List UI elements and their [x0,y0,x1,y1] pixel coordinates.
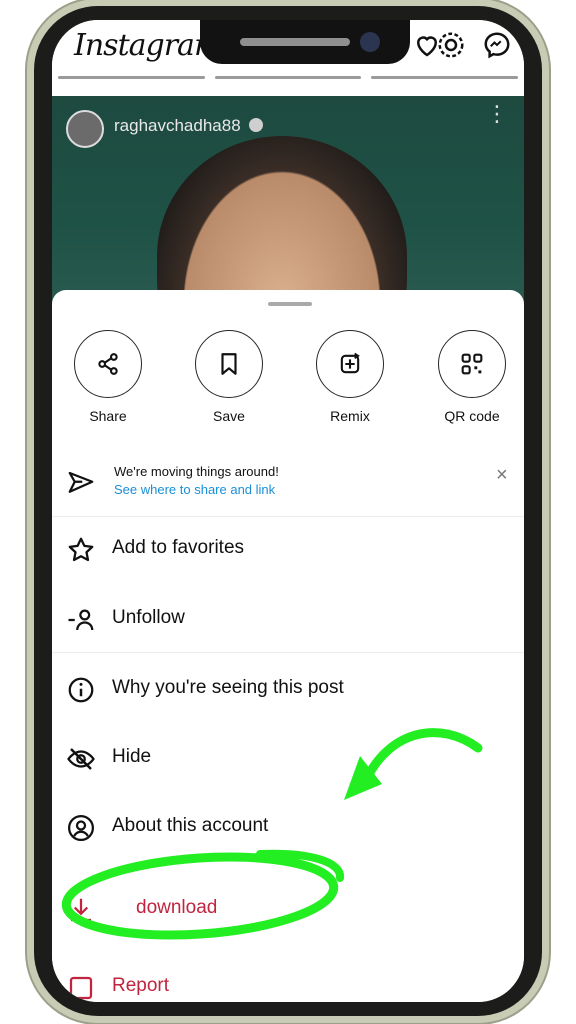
phone-frame: Instagram raghavchadha88 ⋮ Share Save Re… [34,6,542,1016]
menu-item-label: download [136,897,218,918]
bottom-sheet: Share Save Remix QR code We're moving th… [52,290,524,1002]
menu-item-label: Report [112,975,170,996]
speaker-grille [240,38,350,46]
account-icon [68,815,94,841]
remix-label: Remix [330,408,370,424]
settings-icon[interactable] [436,30,466,60]
send-icon [68,471,94,493]
menu-item-hide[interactable]: Hide [52,727,524,789]
menu-item-label: About this account [112,815,269,836]
qr-code-label: QR code [444,408,500,424]
menu-item-add-to-favorites[interactable]: Add to favorites [52,518,524,580]
download-icon [71,898,91,922]
unfollow-icon [68,609,94,631]
star-icon [68,537,94,562]
remix-icon [316,330,384,398]
menu-item-label: Hide [112,746,152,767]
share-actions-row: Share Save Remix QR code [52,330,524,430]
divider [52,516,524,517]
front-camera [360,32,380,52]
dynamic-island [200,20,410,64]
hide-eye-icon [67,748,95,770]
menu-item-label: Why you're seeing this post [112,677,344,698]
share-button[interactable]: Share [58,330,158,424]
verified-badge-icon [249,118,264,132]
story-progress-segment [214,76,362,79]
remix-button[interactable]: Remix [300,330,400,424]
menu-item-why-seeing[interactable]: Why you're seeing this post [52,658,524,720]
story-progress-segment [58,76,205,79]
story-progress-segment [371,76,519,79]
phone-screen: Instagram raghavchadha88 ⋮ Share Save Re… [52,20,524,1002]
share-label: Share [89,408,127,424]
more-options-icon[interactable]: ⋮ [486,103,508,125]
username-text: raghavchadha88 [114,116,241,135]
moving-things-notice: We're moving things around! See where to… [52,450,524,514]
menu-item-about-account[interactable]: About this account [52,796,524,858]
menu-item-label: Unfollow [112,607,185,628]
share-icon [74,330,142,398]
save-button[interactable]: Save [179,330,279,424]
save-label: Save [213,408,245,424]
story-progress [52,76,524,80]
report-icon [69,976,93,1000]
qr-code-button[interactable]: QR code [422,330,522,424]
avatar[interactable] [66,110,104,148]
notice-title: We're moving things around! [114,464,279,479]
post-username[interactable]: raghavchadha88 [114,116,264,136]
sheet-drag-handle[interactable] [268,302,312,306]
messenger-icon[interactable] [482,30,512,60]
post-media[interactable]: raghavchadha88 ⋮ [52,96,524,376]
menu-item-label: Add to favorites [112,537,245,558]
close-icon[interactable]: × [496,464,508,487]
divider [52,652,524,653]
notice-link[interactable]: See where to share and link [114,482,275,497]
qr-code-icon [438,330,506,398]
bookmark-icon [195,330,263,398]
menu-item-unfollow[interactable]: Unfollow [52,588,524,650]
menu-item-download[interactable]: download [52,878,524,940]
menu-item-report[interactable]: Report [52,956,524,1002]
info-icon [68,677,94,703]
